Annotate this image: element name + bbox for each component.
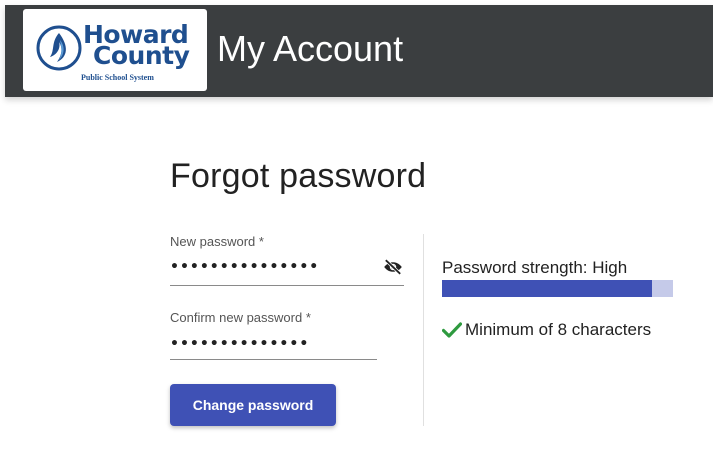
logo-tagline: Public School System [81, 73, 154, 82]
app-header: Howard County Public School System My Ac… [5, 5, 713, 97]
logo-text-line2: County [93, 41, 190, 70]
confirm-password-label: Confirm new password * [170, 310, 311, 325]
page-title: Forgot password [170, 157, 427, 195]
checkmark-icon [442, 322, 462, 338]
header-title: My Account [217, 28, 404, 69]
vertical-divider [423, 234, 424, 426]
password-strength-bar [442, 280, 673, 297]
eye-off-icon[interactable] [383, 259, 403, 275]
password-strength-fill [442, 280, 653, 297]
change-password-button[interactable]: Change password [170, 384, 336, 426]
confirm-password-underline [170, 359, 377, 360]
flame-emblem-icon [36, 25, 82, 71]
new-password-underline [170, 285, 404, 286]
confirm-password-input[interactable]: •••••••••••••• [170, 336, 309, 352]
password-strength-label: Password strength: High [442, 258, 628, 277]
new-password-label: New password * [170, 234, 264, 249]
rule-min-length: Minimum of 8 characters [465, 320, 652, 339]
new-password-input[interactable]: ••••••••••••••• [170, 259, 319, 275]
logo[interactable]: Howard County Public School System [23, 9, 207, 91]
